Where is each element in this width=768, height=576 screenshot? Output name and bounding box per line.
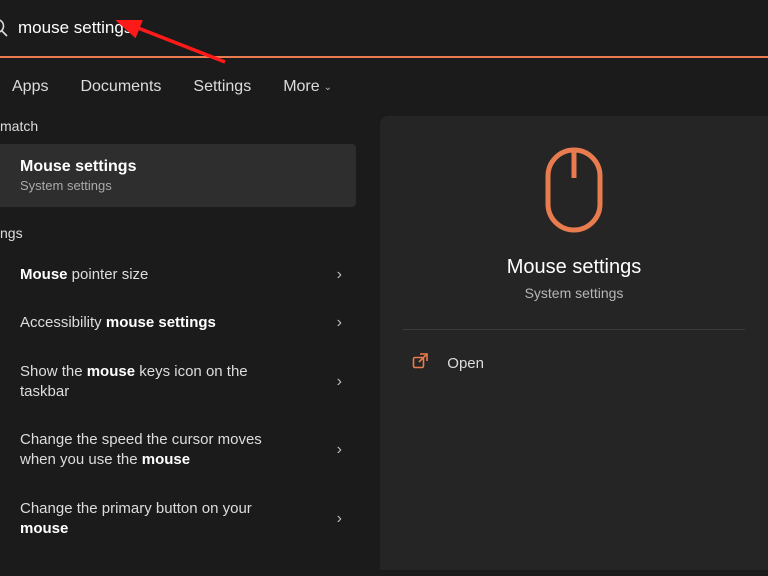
chevron-right-icon: › bbox=[337, 373, 342, 391]
settings-result[interactable]: Accessibility mouse settings › bbox=[0, 299, 356, 347]
settings-result[interactable]: Change the primary button on your mouse › bbox=[0, 485, 356, 554]
settings-result[interactable]: Mouse pointer size › bbox=[0, 251, 356, 299]
chevron-right-icon: › bbox=[337, 314, 342, 332]
tab-documents[interactable]: Documents bbox=[80, 78, 161, 96]
best-match-item[interactable]: Mouse settings System settings bbox=[0, 144, 356, 207]
search-icon bbox=[0, 17, 10, 39]
settings-result[interactable]: Show the mouse keys icon on the taskbar › bbox=[0, 348, 356, 417]
chevron-right-icon: › bbox=[337, 510, 342, 528]
filter-tabs: Apps Documents Settings More⌄ bbox=[0, 58, 768, 112]
results-panel: match Mouse settings System settings ngs… bbox=[0, 112, 356, 570]
preview-panel: Mouse settings System settings Open bbox=[380, 116, 768, 570]
chevron-right-icon: › bbox=[337, 441, 342, 459]
tab-apps[interactable]: Apps bbox=[12, 78, 48, 96]
settings-header: ngs bbox=[0, 207, 356, 251]
result-label: Change the speed the cursor moves when y… bbox=[20, 430, 300, 471]
preview-subtitle: System settings bbox=[525, 285, 624, 301]
open-action[interactable]: Open bbox=[403, 330, 744, 397]
settings-result[interactable]: Change the speed the cursor moves when y… bbox=[0, 416, 356, 485]
best-match-header: match bbox=[0, 112, 356, 144]
preview-title: Mouse settings bbox=[507, 256, 642, 279]
best-match-subtitle: System settings bbox=[20, 178, 338, 193]
search-area bbox=[0, 17, 278, 39]
result-label: Mouse pointer size bbox=[20, 265, 148, 285]
mouse-icon bbox=[544, 146, 604, 234]
result-label: Change the primary button on your mouse bbox=[20, 499, 300, 540]
best-match-title: Mouse settings bbox=[20, 158, 338, 176]
open-external-icon bbox=[411, 352, 429, 375]
tab-settings[interactable]: Settings bbox=[193, 78, 251, 96]
search-bar[interactable] bbox=[0, 0, 768, 58]
search-input[interactable] bbox=[18, 18, 278, 38]
result-label: Show the mouse keys icon on the taskbar bbox=[20, 362, 300, 403]
open-label: Open bbox=[447, 355, 484, 372]
tab-more[interactable]: More⌄ bbox=[283, 78, 332, 96]
chevron-down-icon: ⌄ bbox=[324, 82, 332, 93]
chevron-right-icon: › bbox=[337, 266, 342, 284]
result-label: Accessibility mouse settings bbox=[20, 313, 216, 333]
